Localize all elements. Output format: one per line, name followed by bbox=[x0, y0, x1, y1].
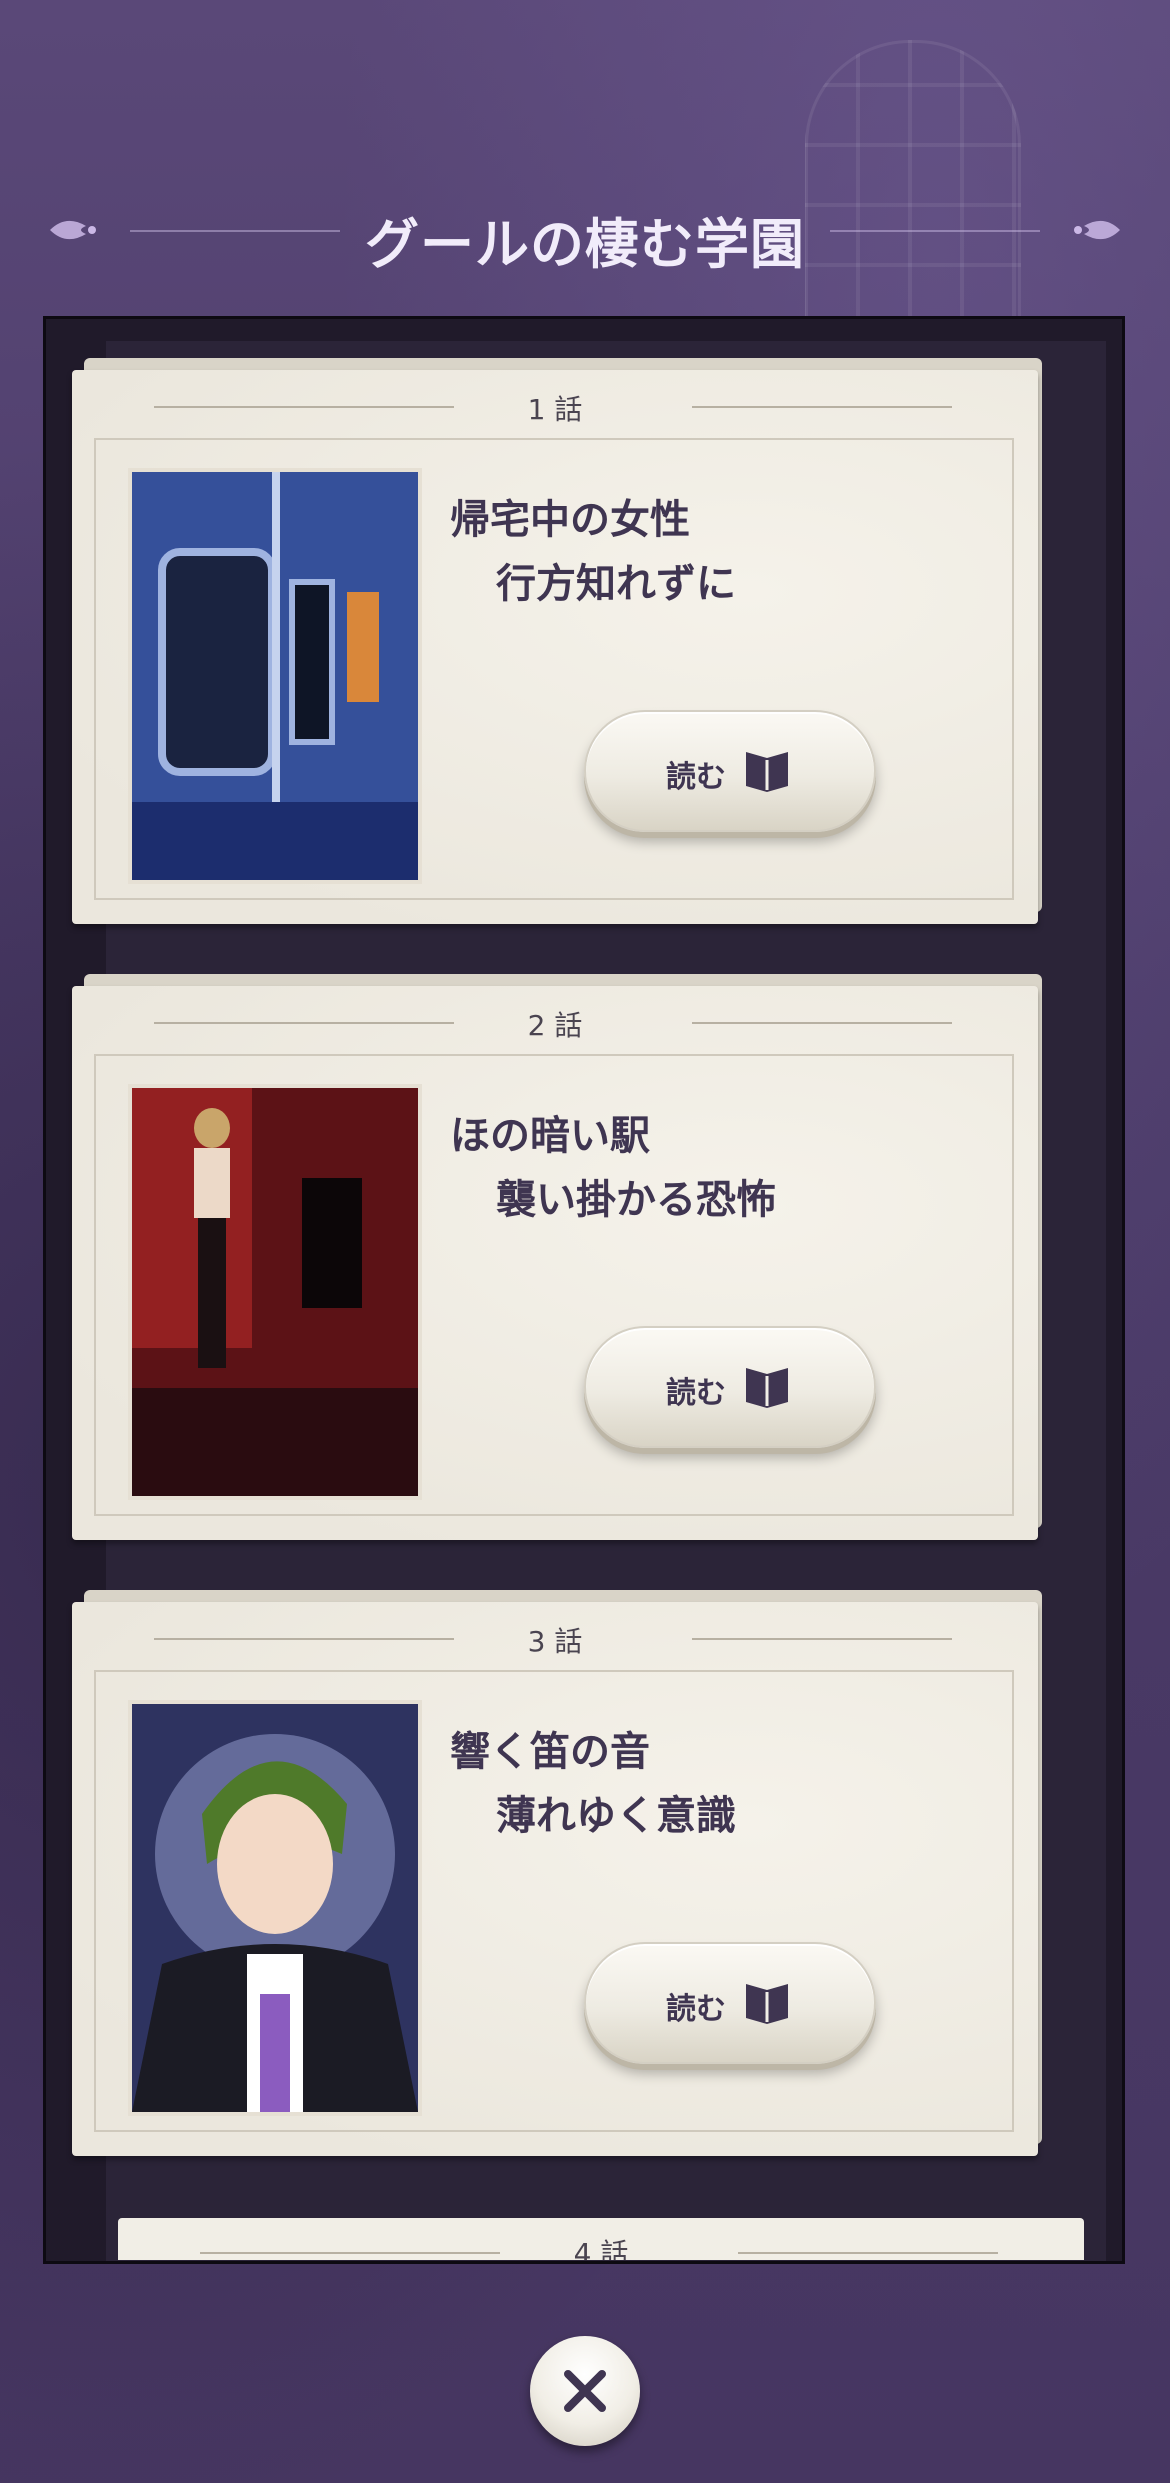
episode-thumbnail bbox=[128, 1084, 422, 1500]
episode-card-1: 1 話 帰宅中の女性 行方知れずに 読む bbox=[72, 358, 1042, 924]
open-book-icon bbox=[746, 752, 788, 792]
episode-title-line1: ほの暗い駅 bbox=[450, 1113, 650, 1159]
episode-line-right bbox=[738, 2252, 998, 2254]
read-button[interactable]: 読む bbox=[584, 1326, 876, 1448]
episode-title-line2: 薄れゆく意識 bbox=[496, 1793, 736, 1839]
episode-title-line1: 響く笛の音 bbox=[450, 1729, 650, 1775]
episode-card-4-clip: 4 話 bbox=[46, 2218, 1122, 2260]
episode-number: 4 話 bbox=[573, 2237, 629, 2260]
open-book-icon bbox=[746, 1984, 788, 2024]
episode-description: 帰宅中の女性 行方知れずに bbox=[450, 488, 736, 616]
episode-number: 3 話 bbox=[527, 1625, 583, 1658]
episode-title-line1: 帰宅中の女性 bbox=[450, 497, 690, 543]
episode-number: 1 話 bbox=[527, 393, 583, 426]
episode-card-2: 2 話 ほの暗い駅 襲い掛かる恐怖 読む bbox=[72, 974, 1042, 1540]
open-book-icon bbox=[746, 1368, 788, 1408]
read-button[interactable]: 読む bbox=[584, 1942, 876, 2064]
close-button[interactable] bbox=[530, 2336, 640, 2446]
episode-card-4[interactable]: 4 話 bbox=[118, 2218, 1084, 2260]
read-button-label: 読む bbox=[666, 1376, 726, 1411]
episode-line-right bbox=[692, 1638, 952, 1640]
episode-description: ほの暗い駅 襲い掛かる恐怖 bbox=[450, 1104, 776, 1232]
episode-title-line2: 行方知れずに bbox=[496, 561, 736, 607]
header-line-right bbox=[830, 230, 1040, 232]
episode-line-left bbox=[200, 2252, 500, 2254]
episode-title-line2: 襲い掛かる恐怖 bbox=[496, 1177, 776, 1223]
episode-number: 2 話 bbox=[527, 1009, 583, 1042]
right-ornament-icon bbox=[1074, 220, 1120, 240]
episode-line-right bbox=[692, 406, 952, 408]
episode-card-3: 3 話 響く笛の音 薄れゆく意識 読む bbox=[72, 1590, 1042, 2156]
read-button[interactable]: 読む bbox=[584, 710, 876, 832]
read-button-label: 読む bbox=[666, 1992, 726, 2027]
episode-header: 2 話 bbox=[72, 1000, 1038, 1042]
episode-header: 1 話 bbox=[72, 384, 1038, 426]
card-sheet: 1 話 帰宅中の女性 行方知れずに 読む bbox=[72, 370, 1038, 924]
close-x-icon bbox=[564, 2370, 606, 2412]
background-window-decoration bbox=[805, 40, 1021, 326]
episode-header: 3 話 bbox=[72, 1616, 1038, 1658]
episode-thumbnail bbox=[128, 468, 422, 884]
episode-thumbnail bbox=[128, 1700, 422, 2116]
header: グールの棲む学園 bbox=[0, 190, 1170, 276]
card-sheet: 3 話 響く笛の音 薄れゆく意識 読む bbox=[72, 1602, 1038, 2156]
page-title: グールの棲む学園 bbox=[365, 213, 805, 276]
episode-line-right bbox=[692, 1022, 952, 1024]
card-sheet: 2 話 ほの暗い駅 襲い掛かる恐怖 読む bbox=[72, 986, 1038, 1540]
episode-description: 響く笛の音 薄れゆく意識 bbox=[450, 1720, 736, 1848]
read-button-label: 読む bbox=[666, 760, 726, 795]
